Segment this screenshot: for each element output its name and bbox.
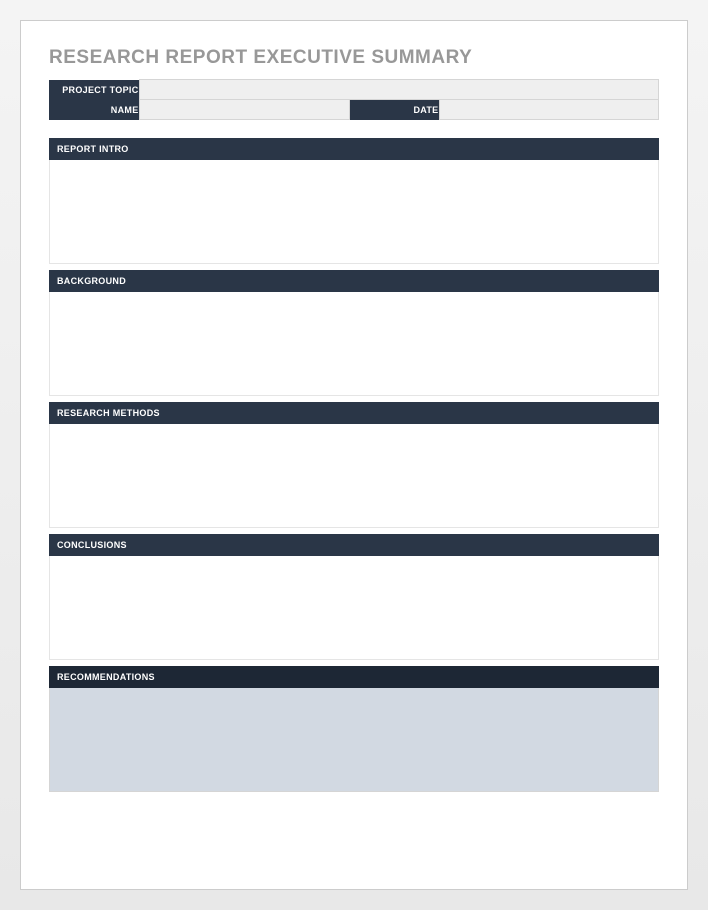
section-report-intro: REPORT INTRO [49, 138, 659, 264]
section-body-report-intro[interactable] [49, 160, 659, 264]
section-header-conclusions: CONCLUSIONS [49, 534, 659, 556]
header-table: PROJECT TOPIC NAME DATE [49, 79, 659, 120]
section-header-background: BACKGROUND [49, 270, 659, 292]
project-topic-label: PROJECT TOPIC [49, 80, 139, 100]
name-label: NAME [49, 100, 139, 120]
section-header-report-intro: REPORT INTRO [49, 138, 659, 160]
date-input[interactable] [439, 100, 659, 120]
section-background: BACKGROUND [49, 270, 659, 396]
name-input[interactable] [139, 100, 349, 120]
section-body-recommendations[interactable] [49, 688, 659, 792]
section-conclusions: CONCLUSIONS [49, 534, 659, 660]
section-header-research-methods: RESEARCH METHODS [49, 402, 659, 424]
section-body-research-methods[interactable] [49, 424, 659, 528]
section-research-methods: RESEARCH METHODS [49, 402, 659, 528]
section-body-conclusions[interactable] [49, 556, 659, 660]
date-label: DATE [349, 100, 439, 120]
section-recommendations: RECOMMENDATIONS [49, 666, 659, 792]
section-header-recommendations: RECOMMENDATIONS [49, 666, 659, 688]
page-title: RESEARCH REPORT EXECUTIVE SUMMARY [49, 47, 659, 69]
document-page: RESEARCH REPORT EXECUTIVE SUMMARY PROJEC… [20, 20, 688, 890]
project-topic-input[interactable] [139, 80, 659, 100]
section-body-background[interactable] [49, 292, 659, 396]
